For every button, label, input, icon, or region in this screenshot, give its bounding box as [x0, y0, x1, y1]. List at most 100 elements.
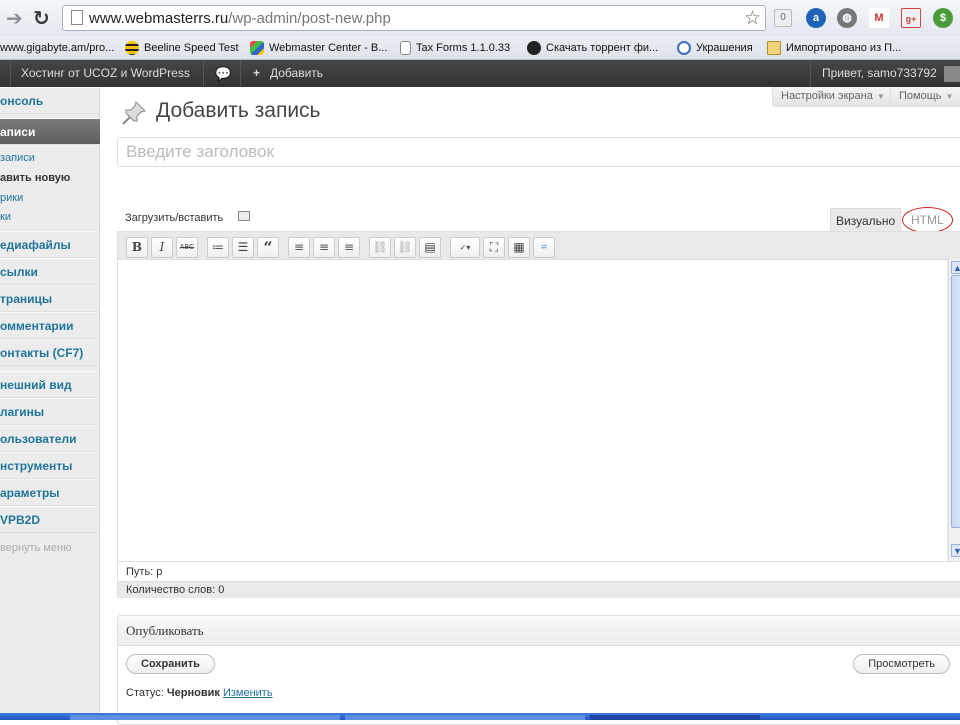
avatar[interactable]	[944, 66, 960, 82]
insert-link-icon[interactable]: ⛓	[369, 236, 391, 258]
ukrashenia-icon	[677, 41, 691, 55]
tab-html[interactable]: HTML	[902, 207, 953, 233]
post-status: Статус: Черновик Изменить	[126, 687, 273, 699]
bookmark-beeline[interactable]: Beeline Speed Test	[125, 39, 239, 57]
windows-icon	[250, 41, 264, 55]
triangle-down-icon: ▼	[876, 92, 885, 101]
menu-item-wpb2d[interactable]: VPB2D	[0, 506, 99, 533]
bookmark-star-icon[interactable]: ☆	[744, 7, 761, 30]
scroll-up-icon[interactable]: ▲	[951, 261, 960, 274]
post-editor: B I ABC ≔ ☰ “ ≡ ≡ ≡ ⛓ ⛓ ▤ ✓▾ ⛶ ▦ ⇄ ▲ ▼ П…	[117, 231, 960, 598]
bookmark-imported-folder[interactable]: Импортировано из П...	[767, 39, 901, 57]
extension-counter-badge[interactable]: 0	[774, 9, 792, 27]
kitchen-sink-icon[interactable]: ▦	[508, 236, 530, 258]
scroll-down-icon[interactable]: ▼	[951, 544, 960, 557]
menu-item-media[interactable]: едиафайлы	[0, 231, 99, 258]
adminbar-greeting[interactable]: Привет, samo733792	[822, 60, 937, 87]
menu-item-plugins[interactable]: лагины	[0, 398, 99, 425]
bookmark-ukrashenia[interactable]: Украшения	[677, 39, 753, 57]
menu-item-settings[interactable]: араметры	[0, 479, 99, 506]
save-draft-button[interactable]: Сохранить	[126, 654, 215, 674]
menu-item-dashboard[interactable]: онсоль	[0, 87, 99, 114]
blockquote-icon[interactable]: “	[257, 236, 279, 258]
wp-admin-bar: Хостинг от UCOZ и WordPress 💬 + Добавить…	[0, 60, 960, 87]
menu-item-appearance[interactable]: нешний вид	[0, 371, 99, 398]
pushpin-icon	[122, 101, 146, 125]
align-right-icon[interactable]: ≡	[338, 236, 360, 258]
editor-scrollbar[interactable]: ▲ ▼	[948, 259, 960, 561]
reload-icon[interactable]: ↻	[33, 7, 50, 29]
folder-icon	[767, 41, 781, 55]
google-plus-extension-icon[interactable]: g+	[901, 8, 921, 28]
italic-button[interactable]: I	[151, 236, 173, 258]
submenu-categories[interactable]: рики	[0, 192, 23, 204]
upload-insert-label: Загрузить/вставить	[125, 212, 224, 224]
url-text: www.webmasterrs.ru/wp-admin/post-new.php	[89, 10, 391, 27]
adminbar-separator	[810, 60, 811, 87]
bold-button[interactable]: B	[126, 236, 148, 258]
plus-icon: +	[253, 66, 261, 80]
bookmark-torrent[interactable]: Скачать торрент фи...	[527, 39, 658, 57]
admin-menu: онсоль аписи записи авить новую рики ки …	[0, 87, 104, 720]
taskbar-item[interactable]	[70, 715, 340, 720]
tab-visual[interactable]: Визуально	[830, 208, 902, 232]
url-host: www.webmasterrs.ru	[89, 10, 229, 27]
fullscreen-icon[interactable]: ⛶	[483, 236, 505, 258]
align-center-icon[interactable]: ≡	[313, 236, 335, 258]
submenu-all-posts[interactable]: записи	[0, 152, 35, 164]
menu-item-contacts[interactable]: онтакты (CF7)	[0, 339, 99, 366]
preview-button[interactable]: Просмотреть	[853, 654, 950, 674]
screen-options-tab[interactable]: Настройки экрана ▼	[772, 87, 894, 107]
browser-toolbar: ➔ ↻ www.webmasterrs.ru/wp-admin/post-new…	[0, 0, 960, 36]
scroll-thumb[interactable]	[951, 275, 960, 528]
taskbar-item[interactable]	[345, 715, 585, 720]
menu-item-links[interactable]: сылки	[0, 258, 99, 285]
bullet-list-icon[interactable]: ≔	[207, 236, 229, 258]
publish-heading[interactable]: Опубликовать	[118, 616, 960, 646]
forward-arrow-icon[interactable]: ➔	[6, 7, 23, 29]
page-title: Добавить запись	[156, 99, 321, 122]
word-count: Количество слов: 0	[118, 581, 960, 598]
adminbar-separator	[10, 60, 11, 87]
url-path: /wp-admin/post-new.php	[228, 10, 391, 27]
unlink-icon[interactable]: ⛓	[394, 236, 416, 258]
translit-icon[interactable]: ⇄	[533, 236, 555, 258]
adminbar-separator	[240, 60, 241, 87]
adminbar-site-name[interactable]: Хостинг от UCOZ и WordPress	[21, 60, 190, 87]
address-bar[interactable]: www.webmasterrs.ru/wp-admin/post-new.php…	[62, 5, 766, 31]
more-tag-icon[interactable]: ▤	[419, 236, 441, 258]
page-icon	[71, 10, 83, 25]
comments-bubble-icon[interactable]: 💬	[215, 60, 231, 87]
gmail-extension-icon[interactable]: M	[869, 8, 889, 28]
editor-content-area[interactable]	[118, 259, 947, 561]
help-tab[interactable]: Помощь ▼	[890, 87, 960, 107]
strikethrough-button[interactable]: ABC	[176, 236, 198, 258]
spellcheck-icon[interactable]: ✓▾	[450, 236, 480, 258]
menu-item-posts[interactable]: аписи	[0, 118, 104, 145]
menu-item-users[interactable]: ользователи	[0, 425, 99, 452]
collapse-menu[interactable]: вернуть меню	[0, 542, 71, 554]
bookmark-tax-forms[interactable]: Tax Forms 1.1.0.33	[400, 39, 510, 57]
bookmark-webmaster-center[interactable]: Webmaster Center - B...	[250, 39, 387, 57]
globe-extension-icon[interactable]: ◍	[837, 8, 857, 28]
beeline-icon	[125, 41, 139, 55]
numbered-list-icon[interactable]: ☰	[232, 236, 254, 258]
windows-taskbar	[0, 713, 960, 720]
dollar-extension-icon[interactable]: $	[933, 8, 953, 28]
alexa-extension-icon[interactable]: a	[806, 8, 826, 28]
menu-item-pages[interactable]: траницы	[0, 285, 99, 312]
submenu-tags[interactable]: ки	[0, 211, 11, 223]
post-title-input[interactable]	[117, 137, 960, 167]
editor-toolbar: B I ABC ≔ ☰ “ ≡ ≡ ≡ ⛓ ⛓ ▤ ✓▾ ⛶ ▦ ⇄	[126, 235, 558, 259]
add-media-icon[interactable]	[238, 211, 250, 221]
hd-icon	[527, 41, 541, 55]
submenu-add-new[interactable]: авить новую	[0, 172, 70, 184]
bookmark-gigabyte[interactable]: www.gigabyte.am/pro...	[0, 39, 114, 57]
adminbar-add-new[interactable]: Добавить	[270, 60, 323, 87]
status-edit-link[interactable]: Изменить	[223, 687, 273, 699]
menu-item-comments[interactable]: омментарии	[0, 312, 99, 339]
main-content: Настройки экрана ▼ Помощь ▼ Добавить запис…	[100, 87, 960, 725]
align-left-icon[interactable]: ≡	[288, 236, 310, 258]
taskbar-item[interactable]	[590, 715, 760, 720]
menu-item-tools[interactable]: нструменты	[0, 452, 99, 479]
